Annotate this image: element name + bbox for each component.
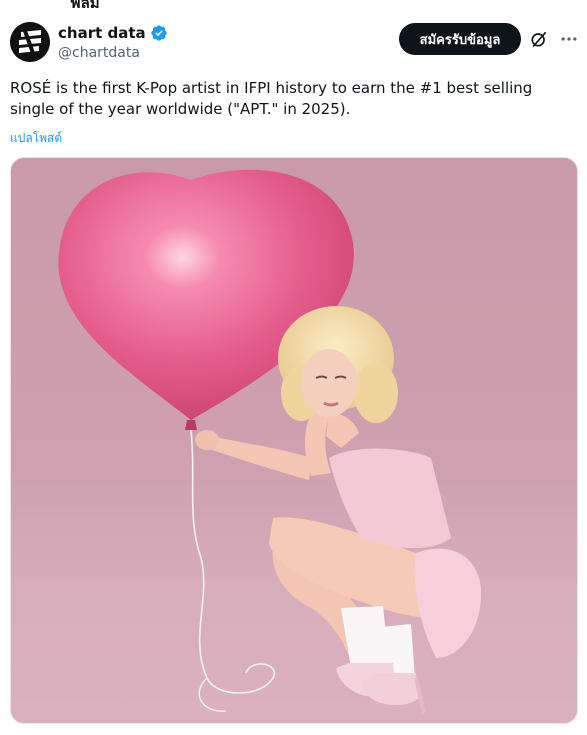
chart-data-logo-icon bbox=[10, 22, 50, 62]
author-name-row[interactable]: chart data bbox=[58, 24, 168, 42]
previous-post-text: ฟิลม bbox=[70, 0, 100, 8]
display-name[interactable]: chart data bbox=[58, 24, 146, 42]
post-image[interactable] bbox=[10, 157, 578, 724]
author-handle[interactable]: @chartdata bbox=[58, 45, 140, 61]
previous-post-clipped: ฟิลม bbox=[0, 0, 587, 8]
tweet-text: ROSÉ is the first K-Pop artist in IFPI h… bbox=[10, 79, 533, 118]
verified-badge-icon bbox=[150, 25, 167, 41]
grok-icon[interactable] bbox=[529, 29, 549, 49]
more-options-icon[interactable] bbox=[559, 29, 579, 49]
photo-illustration bbox=[11, 169, 577, 723]
avatar[interactable] bbox=[10, 22, 50, 62]
subscribe-button[interactable]: สมัครรับข้อมูล bbox=[399, 23, 521, 55]
translate-post-link[interactable]: แปลโพสต์ bbox=[10, 129, 62, 148]
